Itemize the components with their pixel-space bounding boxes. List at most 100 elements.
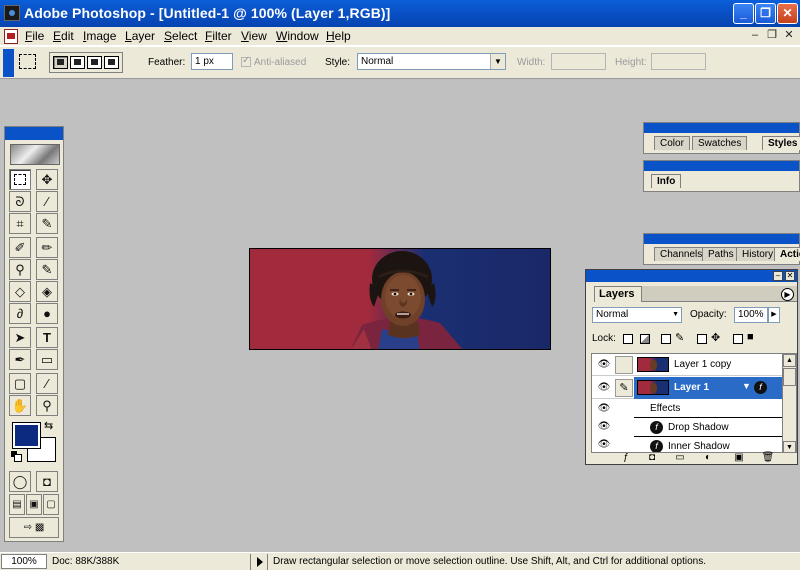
- palette-menu-icon[interactable]: ▶: [781, 288, 794, 301]
- photoshop-app-icon[interactable]: [4, 5, 20, 21]
- menu-file[interactable]: File: [25, 29, 44, 43]
- menu-filter[interactable]: Filter: [205, 29, 232, 43]
- expand-effects-icon[interactable]: ▼: [742, 381, 751, 391]
- add-mask-icon[interactable]: ◘: [644, 452, 660, 465]
- color-palette-header[interactable]: [644, 123, 799, 133]
- status-menu-arrow-icon[interactable]: [257, 557, 263, 567]
- new-selection-icon[interactable]: [53, 56, 68, 69]
- scroll-thumb[interactable]: [783, 368, 796, 386]
- new-layer-icon[interactable]: ▣: [731, 452, 747, 465]
- blend-mode-select[interactable]: Normal ▼: [592, 307, 682, 323]
- history-palette-header[interactable]: [644, 234, 799, 244]
- tab-layers[interactable]: Layers: [594, 286, 642, 302]
- doc-close-button[interactable]: ✕: [782, 29, 796, 43]
- opacity-slider-arrow-icon[interactable]: ▶: [768, 307, 780, 323]
- height-input[interactable]: [651, 53, 706, 70]
- subtract-selection-icon[interactable]: [87, 56, 102, 69]
- zoom-field[interactable]: 100%: [1, 554, 47, 569]
- document-icon[interactable]: [4, 29, 18, 44]
- antialiased-checkbox[interactable]: [241, 55, 251, 67]
- minimize-button[interactable]: _: [733, 3, 754, 24]
- dodge-icon[interactable]: ●: [36, 303, 58, 324]
- brush-icon[interactable]: ✎: [615, 379, 633, 397]
- eye-icon[interactable]: 👁: [594, 420, 614, 434]
- trash-icon[interactable]: 🗑: [760, 452, 776, 465]
- lock-position-icon[interactable]: [697, 334, 707, 344]
- feather-input[interactable]: 1 px: [191, 53, 233, 70]
- options-bar-grip[interactable]: [3, 49, 14, 77]
- palette-minimize-icon[interactable]: –: [773, 271, 783, 281]
- rect-marquee-icon[interactable]: [9, 169, 31, 190]
- menu-select[interactable]: Select: [164, 29, 197, 43]
- style-select[interactable]: Normal ▼: [357, 53, 506, 70]
- default-colors-icon[interactable]: [11, 451, 22, 462]
- pen-icon[interactable]: ✒: [9, 349, 31, 370]
- move-tool-icon[interactable]: ✥: [36, 169, 58, 190]
- lock-transparency-icon[interactable]: [623, 334, 633, 344]
- toolbox-header[interactable]: [5, 127, 63, 140]
- chevron-down-icon[interactable]: ▼: [490, 54, 505, 69]
- brush-icon[interactable]: ✏: [36, 237, 58, 258]
- intersect-selection-icon[interactable]: [104, 56, 119, 69]
- screen-mode-standard-icon[interactable]: ▤: [9, 494, 25, 515]
- new-set-icon[interactable]: ▭: [672, 452, 688, 465]
- swap-colors-icon[interactable]: ⇆: [44, 419, 53, 432]
- eyedropper-icon[interactable]: ⁄: [36, 373, 58, 394]
- menu-layer[interactable]: Layer: [125, 29, 155, 43]
- rectangle-shape-icon[interactable]: ▭: [36, 349, 58, 370]
- doc-restore-button[interactable]: ❐: [765, 29, 779, 43]
- eye-icon[interactable]: 👁: [594, 358, 614, 372]
- lock-image-icon[interactable]: [661, 334, 671, 344]
- path-select-icon[interactable]: ➤: [9, 327, 31, 348]
- close-button[interactable]: ✕: [777, 3, 798, 24]
- link-slot-icon[interactable]: [615, 356, 633, 374]
- menu-help[interactable]: Help: [326, 29, 351, 43]
- history-brush-icon[interactable]: ✎: [36, 259, 58, 280]
- zoom-icon[interactable]: ⚲: [36, 395, 58, 416]
- lock-all-icon[interactable]: [733, 334, 743, 344]
- menu-view[interactable]: View: [241, 29, 267, 43]
- layers-scrollbar[interactable]: ▲ ▼: [782, 354, 796, 452]
- crop-icon[interactable]: ⌗: [9, 213, 31, 234]
- rect-marquee-preset-icon[interactable]: [19, 54, 36, 69]
- add-style-icon[interactable]: ƒ: [618, 452, 634, 465]
- eraser-icon[interactable]: ◇: [9, 281, 31, 302]
- type-tool-icon[interactable]: T: [36, 327, 58, 348]
- tab-actions[interactable]: Actio: [774, 247, 800, 261]
- menu-edit[interactable]: Edit: [53, 29, 74, 43]
- foreground-color-swatch[interactable]: [12, 422, 41, 449]
- notes-icon[interactable]: ▢: [9, 373, 31, 394]
- magic-wand-icon[interactable]: ⁄: [36, 191, 58, 212]
- standard-mode-icon[interactable]: ◯: [9, 471, 31, 492]
- eye-icon[interactable]: 👁: [594, 381, 614, 395]
- layer-row[interactable]: 👁 Layer 1 copy: [592, 354, 784, 376]
- menu-image[interactable]: Image: [83, 29, 116, 43]
- doc-size[interactable]: Doc: 88K/388K: [52, 556, 119, 567]
- effect-row[interactable]: f Inner Shadow: [634, 438, 784, 452]
- scroll-up-icon[interactable]: ▲: [783, 354, 796, 367]
- paint-bucket-icon[interactable]: ◈: [36, 281, 58, 302]
- blur-icon[interactable]: ∂: [9, 303, 31, 324]
- opacity-input[interactable]: 100%: [734, 307, 768, 323]
- tab-styles[interactable]: Styles: [762, 136, 800, 150]
- effect-row[interactable]: f Drop Shadow: [634, 419, 784, 437]
- restore-button[interactable]: ❐: [755, 3, 776, 24]
- photoshop-logo-icon[interactable]: [10, 144, 60, 165]
- screen-mode-full-icon[interactable]: ▢: [43, 494, 59, 515]
- effects-row[interactable]: Effects: [634, 400, 784, 418]
- add-selection-icon[interactable]: [70, 56, 85, 69]
- tab-swatches[interactable]: Swatches: [692, 136, 748, 150]
- tab-history[interactable]: History: [736, 247, 780, 261]
- layers-palette-header[interactable]: – ✕: [586, 270, 797, 282]
- tab-paths[interactable]: Paths: [702, 247, 740, 261]
- quickmask-mode-icon[interactable]: ◘: [36, 471, 58, 492]
- doc-minimize-button[interactable]: –: [748, 29, 762, 43]
- hand-icon[interactable]: ✋: [9, 395, 31, 416]
- info-palette-header[interactable]: [644, 161, 799, 171]
- eye-icon[interactable]: 👁: [594, 438, 614, 452]
- layer-row[interactable]: 👁 ✎ Layer 1 ▼ f: [592, 377, 784, 399]
- menu-window[interactable]: Window: [276, 29, 319, 43]
- jump-to-imageready-icon[interactable]: ⇨ ▩: [9, 517, 59, 538]
- eye-icon[interactable]: 👁: [594, 402, 614, 416]
- screen-mode-full-menu-icon[interactable]: ▣: [26, 494, 42, 515]
